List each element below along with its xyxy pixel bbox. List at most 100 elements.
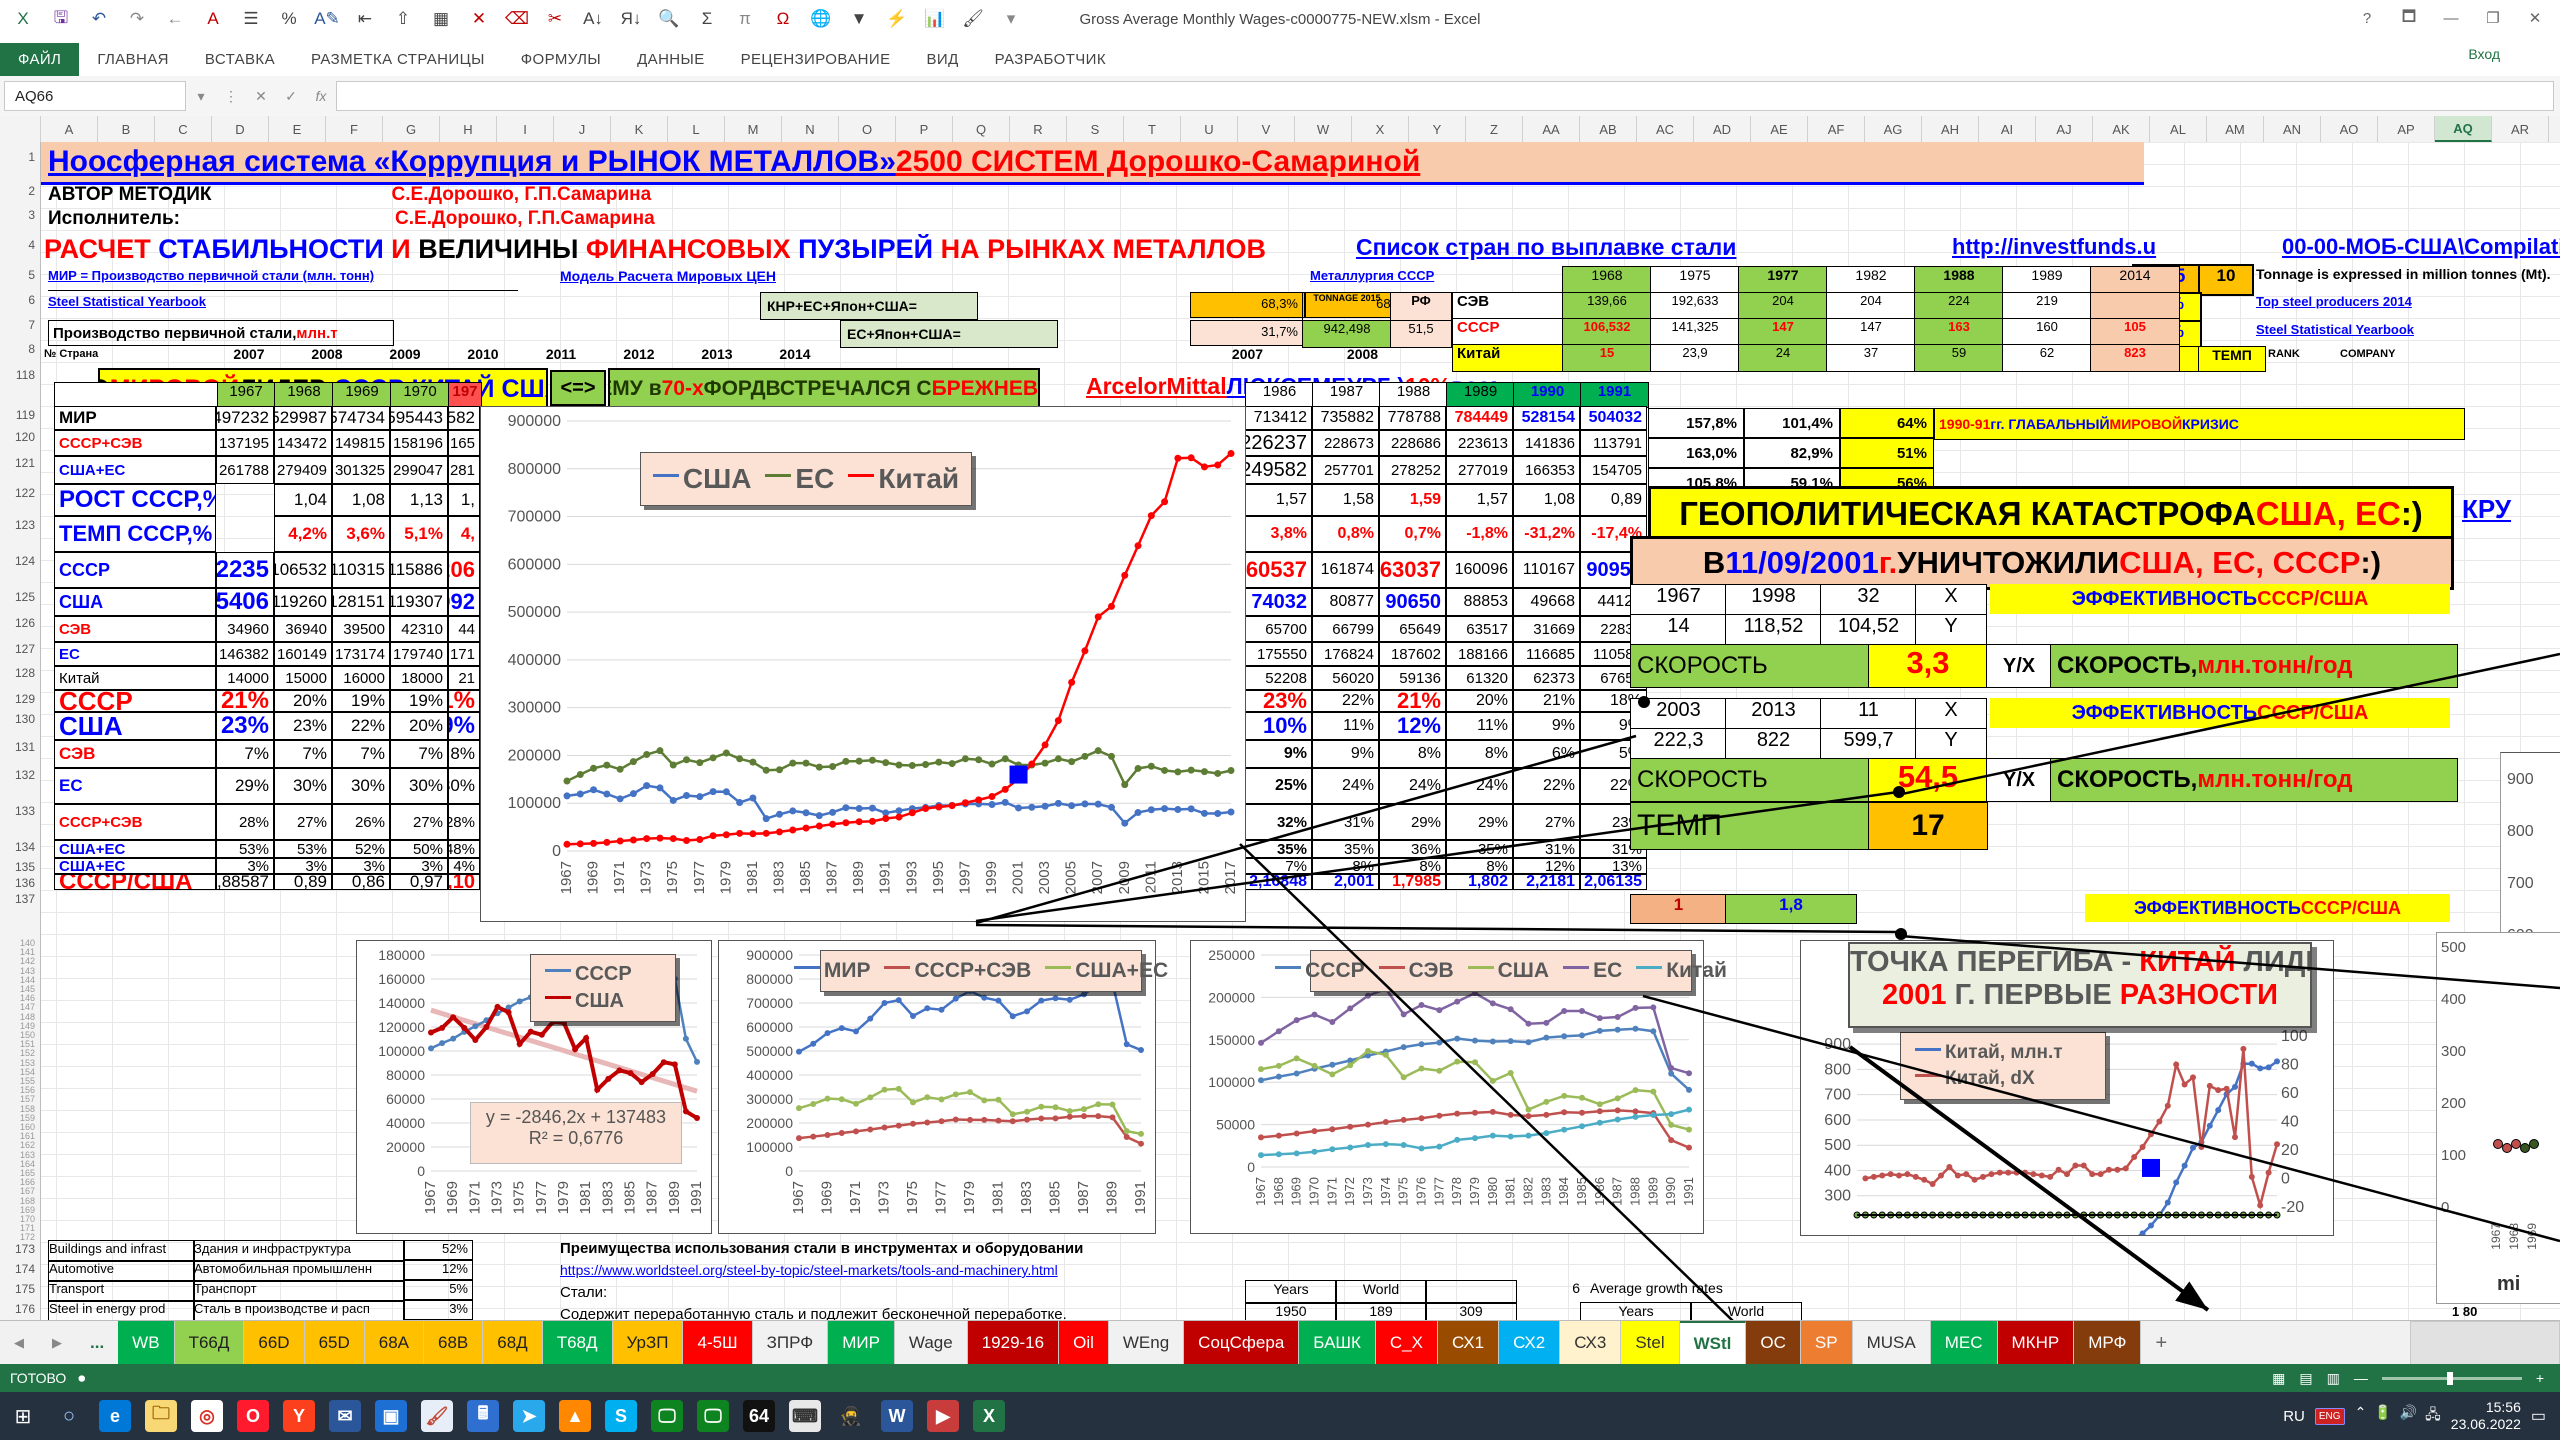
column-header-AI[interactable]: AI [1979,116,2036,142]
ribbon-tab-ВСТАВКА[interactable]: ВСТАВКА [187,43,293,76]
column-header-K[interactable]: K [611,116,668,142]
vlc-icon[interactable]: ▲ [552,1392,598,1440]
row-header-125[interactable]: 125 [15,590,35,604]
percent-icon[interactable]: % [270,9,308,29]
font-color-icon[interactable]: A [194,9,232,29]
explorer-folder-icon[interactable]: 🗀 [138,1392,184,1440]
sheet-tab-68Д[interactable]: 68Д [483,1321,542,1365]
close-button[interactable]: ✕ [2514,0,2556,36]
column-header-B[interactable]: B [98,116,155,142]
row-header-119[interactable]: 119 [16,408,35,422]
back-arrow-icon[interactable]: ← [156,9,194,29]
edge-icon[interactable]: e [92,1392,138,1440]
zoom-track[interactable] [2382,1377,2522,1380]
column-header-AF[interactable]: AF [1808,116,1865,142]
macro-record-icon[interactable]: ⏺ [78,1370,85,1387]
column-header-I[interactable]: I [497,116,554,142]
ribbon-tab-ГЛАВНАЯ[interactable]: ГЛАВНАЯ [79,43,187,76]
sheet-tab-МКНР[interactable]: МКНР [1998,1321,2075,1365]
row-header-130[interactable]: 130 [15,712,35,726]
column-header-AN[interactable]: AN [2264,116,2321,142]
ninja-icon[interactable]: 🥷 [828,1392,874,1440]
horizontal-scrollbar[interactable] [2410,1321,2560,1365]
column-header-AH[interactable]: AH [1922,116,1979,142]
sheet-tab-WEng[interactable]: WEng [1109,1321,1184,1365]
row-headers[interactable]: 1234567811811912012112212312412512612712… [0,142,41,1320]
ribbon-tab-РАЗРАБОТЧИК[interactable]: РАЗРАБОТЧИК [977,43,1124,76]
column-header-J[interactable]: J [554,116,611,142]
column-header-Y[interactable]: Y [1409,116,1466,142]
chrome-icon[interactable]: ◎ [184,1392,230,1440]
row-header-127[interactable]: 127 [15,642,35,656]
row-header-136[interactable]: 136 [15,876,35,890]
sheet-tab-С_Х[interactable]: С_Х [1376,1321,1438,1365]
column-header-Q[interactable]: Q [953,116,1010,142]
magic-icon[interactable]: ⚡ [878,9,916,29]
row-header-176[interactable]: 176 [15,1302,35,1316]
mail-icon[interactable]: ✉ [322,1392,368,1440]
sort-za-icon[interactable]: Я↓ [612,9,650,29]
row-header-118[interactable]: 118 [16,368,35,382]
column-header-AP[interactable]: AP [2378,116,2435,142]
column-header-P[interactable]: P [896,116,953,142]
sheet-tab-СХ1[interactable]: СХ1 [1438,1321,1499,1365]
sheet-tab-СХ2[interactable]: СХ2 [1499,1321,1560,1365]
sheet-tab-УрЗП[interactable]: УрЗП [613,1321,684,1365]
skype-icon[interactable]: S [598,1392,644,1440]
sheet-tab-ЗПРФ[interactable]: ЗПРФ [753,1321,829,1365]
column-header-AD[interactable]: AD [1694,116,1751,142]
column-header-L[interactable]: L [668,116,725,142]
row-header-129[interactable]: 129 [15,692,35,706]
formula-input[interactable] [336,81,2554,111]
web-icon[interactable]: 🌐 [802,9,840,29]
top-producers-link[interactable]: Top steel producers 2014 [2256,294,2516,316]
teamviewer-icon[interactable]: 🖵 [644,1392,690,1440]
ribbon-tab-ДАННЫЕ[interactable]: ДАННЫЕ [619,43,723,76]
column-header-AR[interactable]: AR [2492,116,2549,142]
yearbook-link[interactable]: Steel Statistical Yearbook [48,294,308,316]
sheet-tab-Т68Д[interactable]: Т68Д [543,1321,613,1365]
ribbon-tab-ФАЙЛ[interactable]: ФАЙЛ [0,43,79,76]
column-header-M[interactable]: M [725,116,782,142]
chart-icon[interactable]: 📊 [916,9,954,29]
format-painter-icon[interactable]: A✎ [308,9,346,29]
zoom-in-button[interactable]: + [2536,1370,2544,1386]
row-header-2[interactable]: 2 [28,184,35,198]
column-header-D[interactable]: D [212,116,269,142]
start-button[interactable]: ⊞ [0,1392,46,1440]
view-button[interactable]: ▤ [2299,1370,2312,1387]
row-header-124[interactable]: 124 [15,554,35,568]
sheet-tab-МРФ[interactable]: МРФ [2074,1321,2141,1365]
select-all-corner[interactable] [0,116,41,142]
column-header-X[interactable]: X [1352,116,1409,142]
delete-col-icon[interactable]: ⌫ [498,9,536,29]
tray-icon[interactable]: 🔋 [2374,1404,2391,1428]
photos-icon[interactable]: ▣ [368,1392,414,1440]
ribbon-tab-ВИД[interactable]: ВИД [908,43,976,76]
telegram-icon[interactable]: ➤ [506,1392,552,1440]
row-header-172[interactable]: 172 [20,1232,35,1242]
notification-center-icon[interactable]: ▭ [2531,1406,2546,1426]
paint-icon[interactable]: 🖌 [414,1392,460,1440]
fx-icon[interactable]: fx [306,88,336,104]
row-header-137[interactable]: 137 [15,892,35,906]
sort-az-icon[interactable]: А↓ [574,9,612,29]
column-header-AQ[interactable]: AQ [2435,116,2492,142]
insert-up-icon[interactable]: ⇧ [384,9,422,29]
minimize-button[interactable]: — [2430,0,2472,36]
ribbon-options-button[interactable]: 🗖 [2388,0,2430,36]
row-header-3[interactable]: 3 [28,208,35,222]
cancel-icon[interactable]: ✕ [246,88,276,105]
language-flag-badge[interactable]: ENG [2315,1408,2345,1425]
column-header-AJ[interactable]: AJ [2036,116,2093,142]
row-header-6[interactable]: 6 [28,293,35,307]
delete-cells-icon[interactable]: ✕ [460,9,498,29]
column-header-N[interactable]: N [782,116,839,142]
delete-table-icon[interactable]: ✂ [536,9,574,29]
column-header-A[interactable]: A [41,116,98,142]
kru-link[interactable]: КРУ [2462,494,2552,528]
tray-icon[interactable]: ⌃ [2355,1404,2367,1428]
add-sheet-button[interactable]: + [2141,1321,2181,1365]
column-header-V[interactable]: V [1238,116,1295,142]
column-header-R[interactable]: R [1010,116,1067,142]
